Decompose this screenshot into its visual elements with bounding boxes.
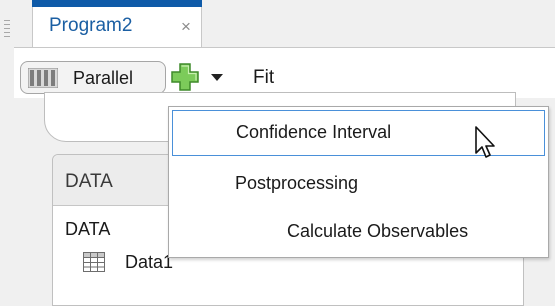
parallel-label: Parallel (73, 68, 134, 88)
table-icon (83, 252, 105, 272)
chevron-down-icon[interactable] (211, 74, 223, 81)
section-label: DATA (65, 219, 111, 239)
menu-item-label: Postprocessing (235, 173, 359, 193)
panel-header-label: DATA (65, 171, 113, 192)
drag-grip-icon[interactable] (4, 20, 10, 42)
left-gutter (0, 0, 15, 289)
menu-item-calculate-observables[interactable]: Calculate Observables (169, 207, 548, 255)
parallel-button[interactable]: Parallel (20, 61, 166, 94)
tab-label: Program2 (49, 15, 133, 36)
fit-label[interactable]: Fit (253, 67, 274, 89)
menu-item-label: Calculate Observables (287, 221, 469, 241)
tab-strip: Program2 × (14, 0, 555, 48)
menu-item-postprocessing[interactable]: Postprocessing (169, 159, 548, 207)
close-icon[interactable]: × (181, 17, 191, 37)
columns-icon (28, 68, 58, 88)
toolbar: Parallel Fit (14, 48, 555, 98)
add-icon[interactable] (171, 63, 199, 91)
menu-item-label: Confidence Interval (236, 122, 392, 142)
tab-program2[interactable]: Program2 × (32, 0, 202, 47)
mouse-cursor-icon (475, 126, 495, 158)
item-label: Data1 (125, 252, 174, 272)
